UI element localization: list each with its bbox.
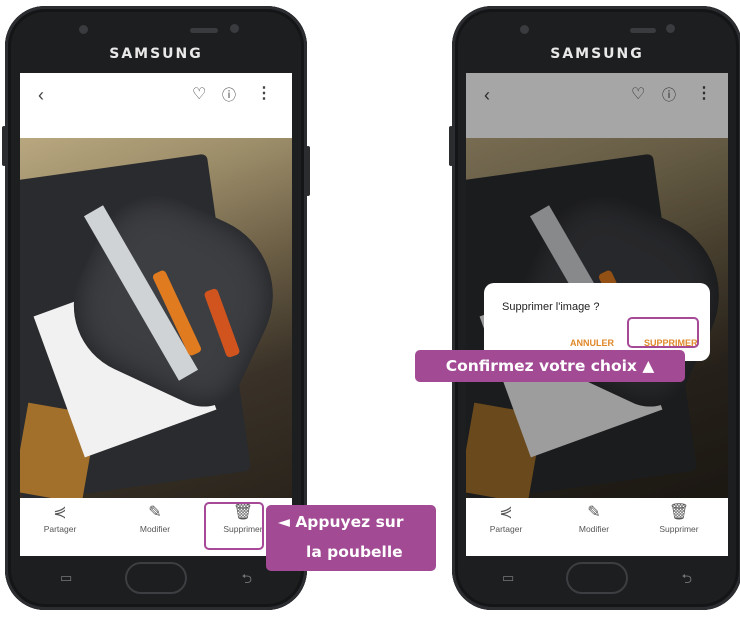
- share-button[interactable]: ⋞ Partager: [25, 504, 95, 534]
- sensor: [230, 24, 239, 33]
- front-camera: [79, 25, 88, 34]
- share-button[interactable]: ⋞ Partager: [471, 504, 541, 534]
- nav-bar: ▭ ⮌: [482, 558, 712, 596]
- brand-logo: SAMSUNG: [109, 46, 203, 62]
- bottom-toolbar: ⋞ Partager ✎ Modifier 🗑 Supprimer: [466, 498, 728, 556]
- front-camera: [520, 25, 529, 34]
- cancel-button[interactable]: ANNULER: [570, 338, 614, 348]
- speaker: [630, 28, 656, 33]
- confirm-highlight: [627, 317, 699, 348]
- brand-logo: SAMSUNG: [550, 46, 644, 62]
- share-icon: ⋞: [53, 504, 67, 521]
- more-vertical-icon[interactable]: ⋮: [256, 86, 272, 102]
- edit-button[interactable]: ✎ Modifier: [120, 504, 190, 534]
- top-toolbar: ‹ ♡ ⓘ ⋮: [20, 73, 292, 138]
- speaker: [190, 28, 218, 33]
- edit-label: Modifier: [578, 524, 610, 534]
- recent-apps-icon[interactable]: ▭: [60, 570, 72, 586]
- volume-button: [449, 126, 453, 166]
- gallery-screen: ‹ ♡ ⓘ ⋮ Supprimer l'image ? ANNULER SUPP…: [466, 73, 728, 556]
- trash-icon: 🗑: [668, 504, 690, 521]
- back-nav-icon[interactable]: ⮌: [242, 570, 252, 592]
- trash-callout: ◄ Appuyez sur la poubelle: [266, 505, 436, 571]
- trash-callout-line2: la poubelle: [306, 543, 403, 561]
- nav-bar: ▭ ⮌: [35, 558, 277, 596]
- edit-button[interactable]: ✎ Modifier: [559, 504, 629, 534]
- share-icon: ⋞: [499, 504, 513, 521]
- phone-right: SAMSUNG ‹ ♡ ⓘ ⋮ Supprimer l'image ? ANNU…: [449, 6, 740, 610]
- trash-callout-line1: ◄ Appuyez sur: [278, 513, 404, 531]
- back-nav-icon[interactable]: ⮌: [682, 570, 692, 592]
- heart-icon[interactable]: ♡: [192, 87, 206, 103]
- photo: [20, 138, 292, 498]
- info-icon[interactable]: ⓘ: [222, 87, 236, 103]
- share-label: Partager: [43, 524, 77, 534]
- delete-label: Supprimer: [659, 524, 699, 534]
- trash-highlight: [204, 502, 264, 550]
- back-arrow-icon[interactable]: ‹: [38, 86, 44, 104]
- home-button[interactable]: [125, 562, 187, 594]
- volume-button: [2, 126, 6, 166]
- confirm-callout: Confirmez votre choix ▲: [415, 350, 685, 382]
- pencil-icon: ✎: [148, 504, 162, 521]
- sensor: [666, 24, 675, 33]
- dialog-question: Supprimer l'image ?: [502, 301, 600, 313]
- home-button[interactable]: [566, 562, 628, 594]
- delete-button[interactable]: 🗑 Supprimer: [644, 504, 714, 534]
- edit-label: Modifier: [139, 524, 171, 534]
- power-button: [306, 146, 310, 196]
- pencil-icon: ✎: [587, 504, 601, 521]
- share-label: Partager: [489, 524, 523, 534]
- recent-apps-icon[interactable]: ▭: [502, 570, 514, 586]
- gallery-screen: ‹ ♡ ⓘ ⋮ ⋞ Partager ✎ Modifier 🗑 Supprime…: [20, 73, 292, 556]
